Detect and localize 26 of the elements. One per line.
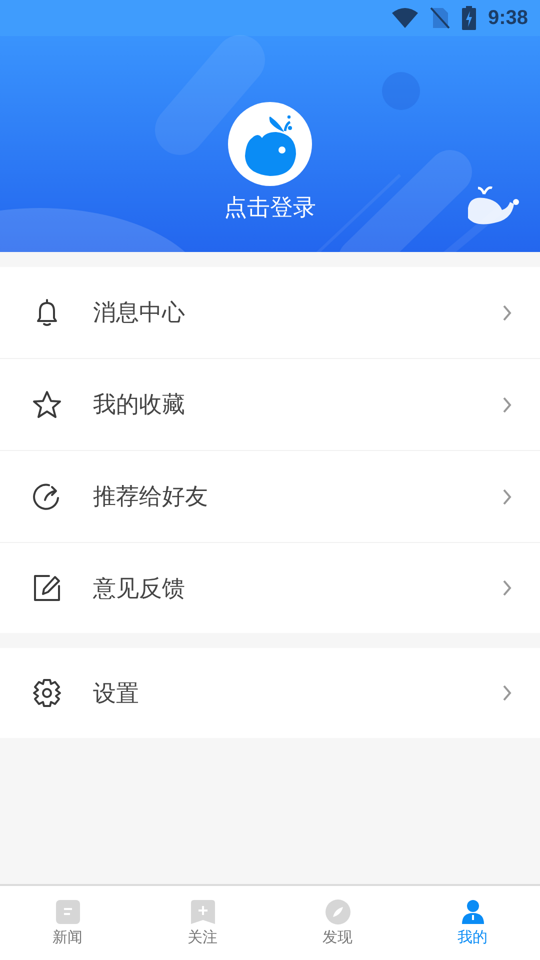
settings-icon — [31, 677, 63, 709]
chevron-icon — [502, 304, 512, 322]
no-sim-icon — [430, 7, 450, 29]
wifi-icon — [392, 8, 418, 28]
menu-item[interactable]: 意见反馈 — [0, 543, 540, 633]
menu-item[interactable]: 设置 — [0, 648, 540, 738]
edit-icon — [31, 572, 63, 604]
menu-item[interactable]: 推荐给好友 — [0, 451, 540, 543]
compass-icon — [324, 899, 350, 925]
tab[interactable]: 关注 — [135, 886, 270, 960]
status-time: 9:38 — [488, 6, 528, 30]
tab[interactable]: 新闻 — [0, 886, 135, 960]
chevron-icon — [502, 396, 512, 414]
person-icon — [460, 899, 486, 925]
star-icon — [31, 388, 63, 420]
document-icon — [54, 899, 80, 925]
whale-avatar-icon[interactable] — [228, 102, 312, 186]
chevron-icon — [502, 684, 512, 702]
bookmark-plus-icon — [190, 899, 216, 925]
menu-item[interactable]: 消息中心 — [0, 267, 540, 359]
menu-item[interactable]: 我的收藏 — [0, 359, 540, 451]
chevron-icon — [502, 579, 512, 597]
login-link[interactable]: 点击登录 — [224, 192, 316, 224]
chevron-icon — [502, 488, 512, 506]
tab[interactable]: 发现 — [270, 886, 405, 960]
battery-icon — [462, 6, 476, 30]
